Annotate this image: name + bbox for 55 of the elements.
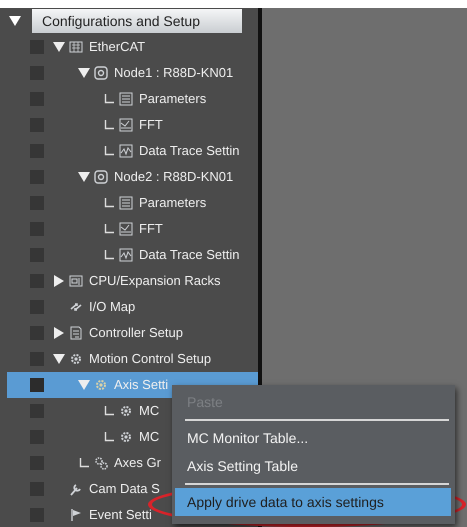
caret-icon[interactable] (52, 40, 66, 54)
tree-item-label[interactable]: Data Trace Settin (139, 141, 240, 161)
tree-item-label[interactable]: MC (139, 427, 160, 447)
connector-icon (104, 250, 114, 260)
tree-item-label[interactable]: Cam Data S (89, 479, 160, 499)
menu-item[interactable]: Apply drive data to axis settings (175, 488, 451, 516)
tree-item-label[interactable]: Parameters (139, 89, 206, 109)
connector-icon (104, 406, 114, 416)
gear-icon (118, 429, 134, 445)
rack-icon (68, 273, 84, 289)
tree-item-label[interactable]: Node2 : R88D-KN01 (114, 167, 234, 187)
connector-icon (104, 198, 114, 208)
tree-item-label[interactable]: EtherCAT (89, 37, 146, 57)
gears-icon (93, 455, 109, 471)
gear-icon (93, 377, 109, 393)
tree-item-label[interactable]: Parameters (139, 193, 206, 213)
connector-icon (104, 94, 114, 104)
connector-icon (104, 146, 114, 156)
gear-icon (68, 351, 84, 367)
node-icon (93, 65, 109, 81)
waveform-icon (118, 247, 134, 263)
tree-item-label[interactable]: FFT (139, 115, 163, 135)
tree-item-label[interactable]: CPU/Expansion Racks (89, 271, 220, 291)
tree-item-label[interactable]: Data Trace Settin (139, 245, 240, 265)
caret-icon[interactable] (52, 352, 66, 366)
chart-icon (118, 221, 134, 237)
caret-icon[interactable] (77, 170, 91, 184)
caret-icon[interactable] (8, 14, 22, 28)
node-icon (93, 169, 109, 185)
connector-icon (79, 458, 89, 468)
caret-icon[interactable] (52, 274, 66, 288)
menu-item[interactable]: Axis Setting Table (175, 452, 451, 480)
caret-icon[interactable] (77, 66, 91, 80)
waveform-icon (118, 143, 134, 159)
list-icon (118, 195, 134, 211)
list-icon (118, 91, 134, 107)
chart-icon (118, 117, 134, 133)
tree-item-label[interactable]: MC (139, 401, 160, 421)
row-marker (30, 378, 44, 392)
gear-icon (118, 403, 134, 419)
connector-icon (104, 432, 114, 442)
tree-item-label[interactable]: Axes Gr (114, 453, 161, 473)
tree-item-label[interactable]: Controller Setup (89, 323, 183, 343)
tree-item-label[interactable]: Node1 : R88D-KN01 (114, 63, 234, 83)
caret-icon[interactable] (52, 326, 66, 340)
tree-item-label[interactable]: FFT (139, 219, 163, 239)
tree-item-label[interactable]: Motion Control Setup (89, 349, 212, 369)
tree-item-label[interactable]: Event Setti (89, 505, 152, 525)
connector-icon (104, 224, 114, 234)
tree-root-item[interactable]: Configurations and Setup (32, 9, 242, 33)
tree-item-label[interactable]: I/O Map (89, 297, 136, 317)
document-icon (68, 325, 84, 341)
network-icon (68, 39, 84, 55)
menu-item[interactable]: MC Monitor Table... (175, 424, 451, 452)
connector-icon (104, 120, 114, 130)
